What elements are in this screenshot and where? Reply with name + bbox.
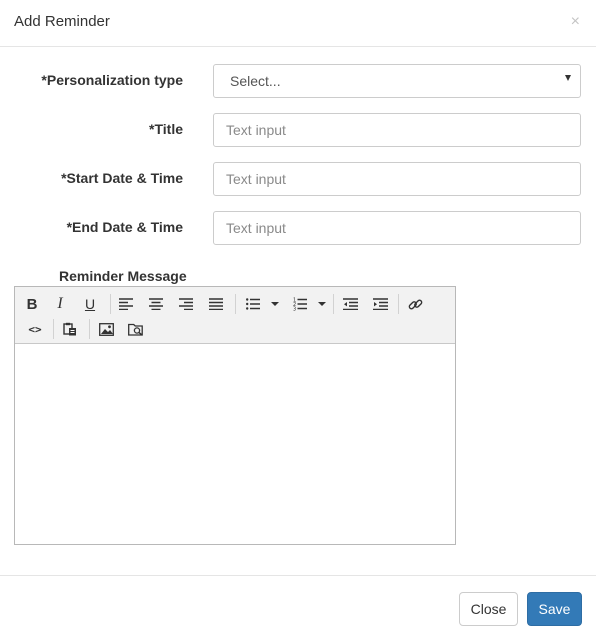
- personalization-type-value: Select...: [230, 73, 281, 89]
- outdent-icon[interactable]: [337, 292, 363, 316]
- editor-toolbar: B I U 123 <>: [15, 287, 455, 344]
- file-browser-icon[interactable]: [123, 317, 149, 341]
- title-label: *Title: [149, 121, 183, 137]
- reminder-message-editor: B I U 123 <>: [14, 286, 456, 545]
- align-center-icon[interactable]: [143, 292, 169, 316]
- chevron-down-icon: [565, 75, 571, 81]
- start-date-row: *Start Date & Time: [0, 162, 596, 196]
- dialog-header: Add Reminder ×: [0, 0, 596, 47]
- title-row: *Title: [0, 113, 596, 147]
- underline-icon[interactable]: U: [77, 292, 103, 316]
- numbered-list-dropdown-icon[interactable]: [318, 302, 326, 306]
- personalization-type-row: *Personalization type Select...: [0, 64, 596, 98]
- toolbar-divider: [89, 319, 90, 339]
- reminder-message-label: Reminder Message: [59, 268, 187, 284]
- toolbar-divider: [333, 294, 334, 314]
- numbered-list-icon[interactable]: 123: [287, 292, 313, 316]
- link-icon[interactable]: [402, 292, 428, 316]
- image-icon[interactable]: [93, 317, 119, 341]
- toolbar-divider: [110, 294, 111, 314]
- paste-icon[interactable]: [57, 317, 83, 341]
- end-date-input[interactable]: [213, 211, 581, 245]
- align-justify-icon[interactable]: [203, 292, 229, 316]
- svg-text:3: 3: [293, 307, 296, 312]
- add-reminder-dialog: Add Reminder × *Personalization type Sel…: [0, 0, 596, 639]
- toolbar-divider: [398, 294, 399, 314]
- end-date-row: *End Date & Time: [0, 211, 596, 245]
- toolbar-divider: [53, 319, 54, 339]
- toolbar-divider: [235, 294, 236, 314]
- save-button[interactable]: Save: [527, 592, 582, 626]
- start-date-label: *Start Date & Time: [61, 170, 183, 186]
- close-button[interactable]: Close: [459, 592, 518, 626]
- bullet-list-icon[interactable]: [240, 292, 266, 316]
- italic-icon[interactable]: I: [47, 292, 73, 316]
- code-view-icon[interactable]: <>: [22, 317, 48, 341]
- dialog-footer: Close Save: [0, 575, 596, 639]
- dialog-title: Add Reminder: [14, 13, 110, 30]
- personalization-type-select[interactable]: Select...: [213, 64, 581, 98]
- end-date-label: *End Date & Time: [66, 219, 183, 235]
- bullet-list-dropdown-icon[interactable]: [271, 302, 279, 306]
- message-editor-area[interactable]: [15, 344, 455, 544]
- align-left-icon[interactable]: [113, 292, 139, 316]
- bold-icon[interactable]: B: [19, 292, 45, 316]
- title-input[interactable]: [213, 113, 581, 147]
- personalization-type-label: *Personalization type: [41, 72, 183, 88]
- close-icon[interactable]: ×: [571, 12, 580, 32]
- align-right-icon[interactable]: [173, 292, 199, 316]
- start-date-input[interactable]: [213, 162, 581, 196]
- indent-icon[interactable]: [367, 292, 393, 316]
